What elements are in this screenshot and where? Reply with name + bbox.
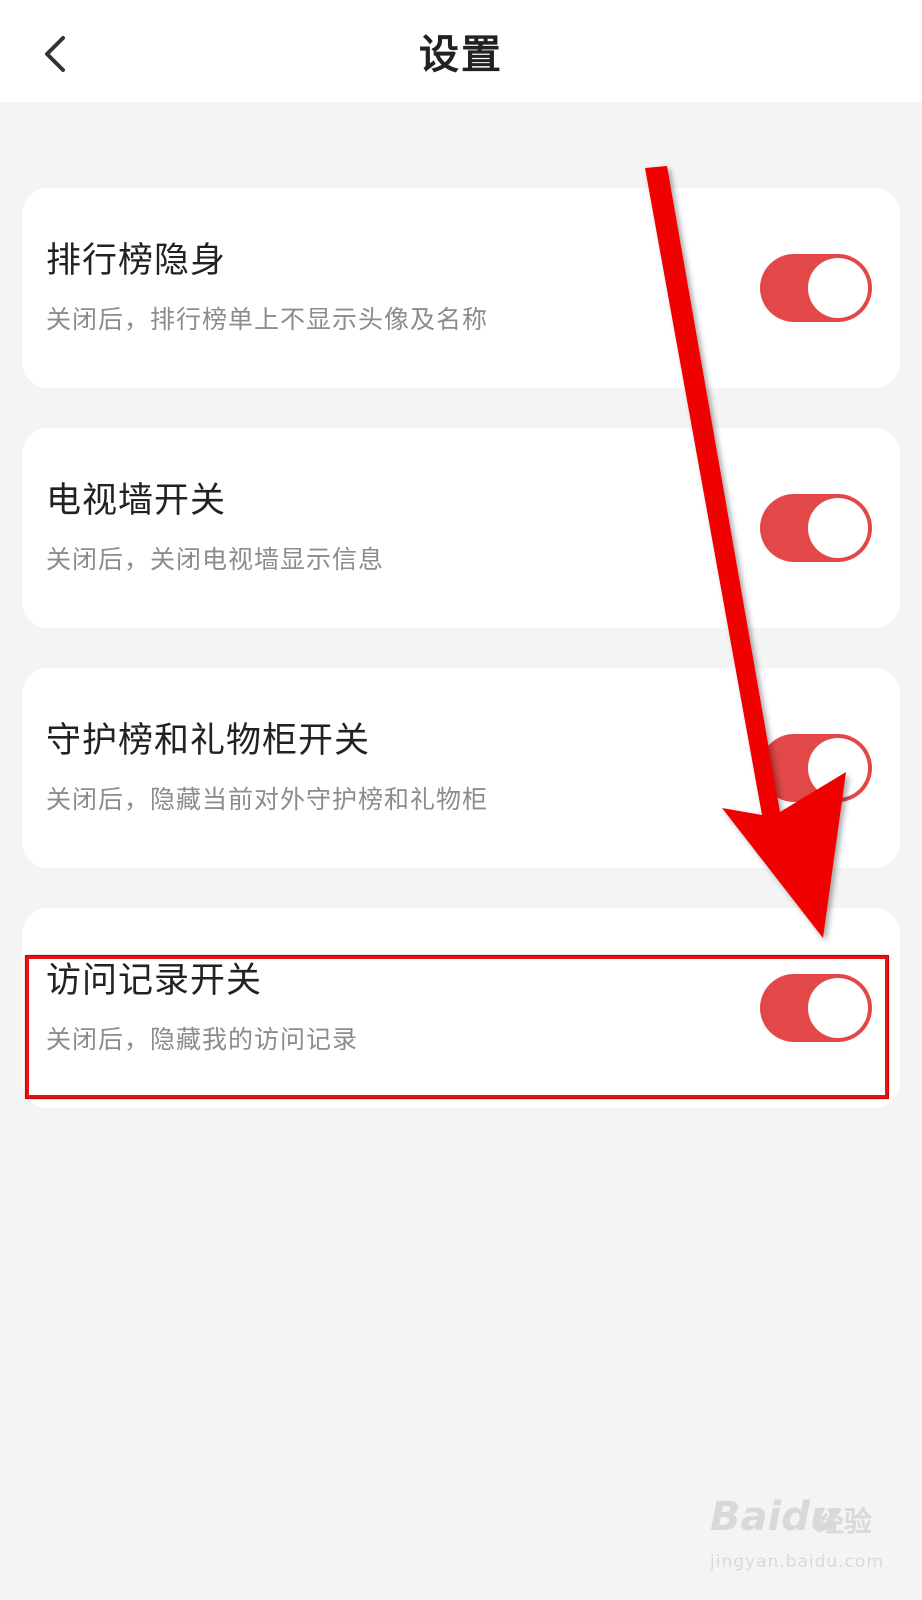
toggle-leaderboard-hidden[interactable] [760,254,872,322]
watermark-logo: Baidu [710,1494,839,1540]
setting-card-tv-wall: 电视墙开关 关闭后，关闭电视墙显示信息 [22,428,900,628]
toggle-knob [808,258,868,318]
setting-description: 关闭后，关闭电视墙显示信息 [46,545,385,574]
top-bar: 设置 [0,0,922,102]
watermark: Baidu 经验 jingyan.baidu.com [700,1488,883,1578]
toggle-tv-wall[interactable] [760,494,872,562]
setting-description: 关闭后，隐藏当前对外守护榜和礼物柜 [46,785,489,814]
setting-title: 访问记录开关 [46,961,263,1001]
setting-title: 守护榜和礼物柜开关 [46,721,371,761]
setting-title: 电视墙开关 [46,481,227,521]
setting-card-leaderboard-hidden: 排行榜隐身 关闭后，排行榜单上不显示头像及名称 [22,188,900,388]
toggle-knob [808,738,868,798]
toggle-knob [808,978,868,1038]
page-title: 设置 [419,32,503,78]
setting-card-guard-gift: 守护榜和礼物柜开关 关闭后，隐藏当前对外守护榜和礼物柜 [22,668,900,868]
setting-title: 排行榜隐身 [46,241,227,281]
setting-description: 关闭后，排行榜单上不显示头像及名称 [46,305,489,334]
watermark-suffix: 经验 [816,1505,873,1538]
toggle-visit-record[interactable] [760,974,872,1042]
toggle-guard-gift[interactable] [760,734,872,802]
toggle-knob [808,498,868,558]
watermark-url: jingyan.baidu.com [710,1552,884,1572]
setting-card-visit-record: 访问记录开关 关闭后，隐藏我的访问记录 [22,908,900,1108]
setting-description: 关闭后，隐藏我的访问记录 [46,1025,359,1054]
